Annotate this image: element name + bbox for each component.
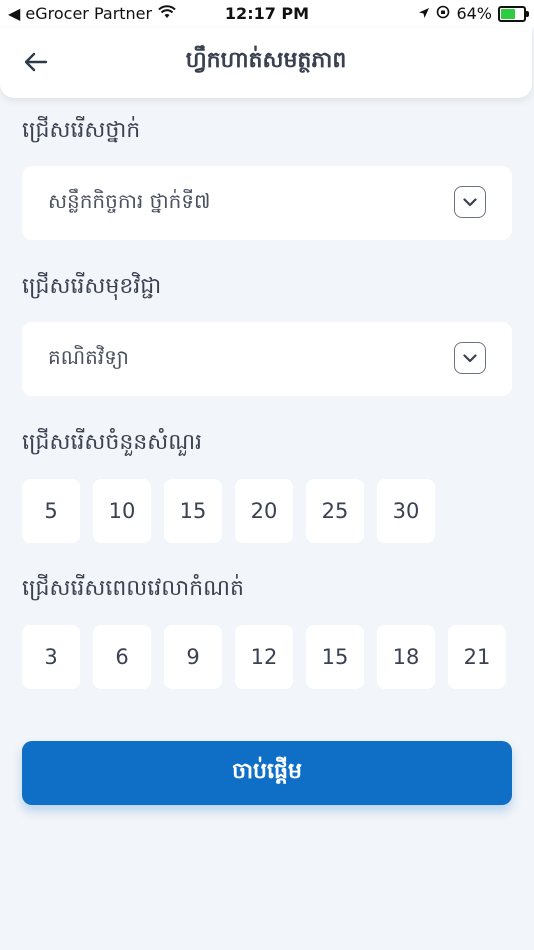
time-limit-label: ជ្រើសរើសពេលវេលាកំណត់ (22, 576, 244, 601)
battery-percent: 64% (456, 4, 492, 23)
chevron-down-icon (454, 342, 486, 374)
question-count-option[interactable]: 5 (22, 479, 80, 543)
time-limit-option[interactable]: 3 (22, 625, 80, 689)
time-limit-option[interactable]: 15 (306, 625, 364, 689)
rotation-lock-icon (436, 4, 450, 23)
subject-label: ជ្រើសរើសមុខវិជ្ជា (22, 274, 162, 299)
time-limit-option[interactable]: 12 (235, 625, 293, 689)
questions-label: ជ្រើសរើសចំនួនសំណួរ (22, 430, 203, 455)
question-count-option[interactable]: 30 (377, 479, 435, 543)
app-header: ហ្វឹកហាត់សមត្ថភាព (0, 28, 532, 98)
grade-select[interactable]: សន្លឹកកិច្ចការ ថ្នាក់ទី៧ (22, 166, 512, 240)
status-indicators: 64% (418, 4, 529, 23)
subject-select[interactable]: គណិតវិទ្យា (22, 322, 512, 396)
question-count-option[interactable]: 15 (164, 479, 222, 543)
location-icon (418, 4, 430, 23)
time-limit-option[interactable]: 21 (448, 625, 506, 689)
battery-icon (498, 5, 529, 22)
chevron-down-icon (454, 186, 486, 218)
grade-selected-value: សន្លឹកកិច្ចការ ថ្នាក់ទី៧ (48, 189, 211, 213)
time-limit-option[interactable]: 9 (164, 625, 222, 689)
question-count-option[interactable]: 20 (235, 479, 293, 543)
status-bar: ◀ eGrocer Partner 12:17 PM 64% (0, 0, 534, 28)
subject-selected-value: គណិតវិទ្យា (48, 345, 129, 369)
question-count-option[interactable]: 25 (306, 479, 364, 543)
time-limit-option[interactable]: 18 (377, 625, 435, 689)
grade-label: ជ្រើសរើសថ្នាក់ (22, 118, 141, 143)
question-count-option[interactable]: 10 (93, 479, 151, 543)
page-title: ហ្វឹកហាត់សមត្ថភាព (185, 48, 347, 73)
time-limit-option[interactable]: 6 (93, 625, 151, 689)
start-button[interactable]: ចាប់ផ្ដើម (22, 741, 512, 805)
